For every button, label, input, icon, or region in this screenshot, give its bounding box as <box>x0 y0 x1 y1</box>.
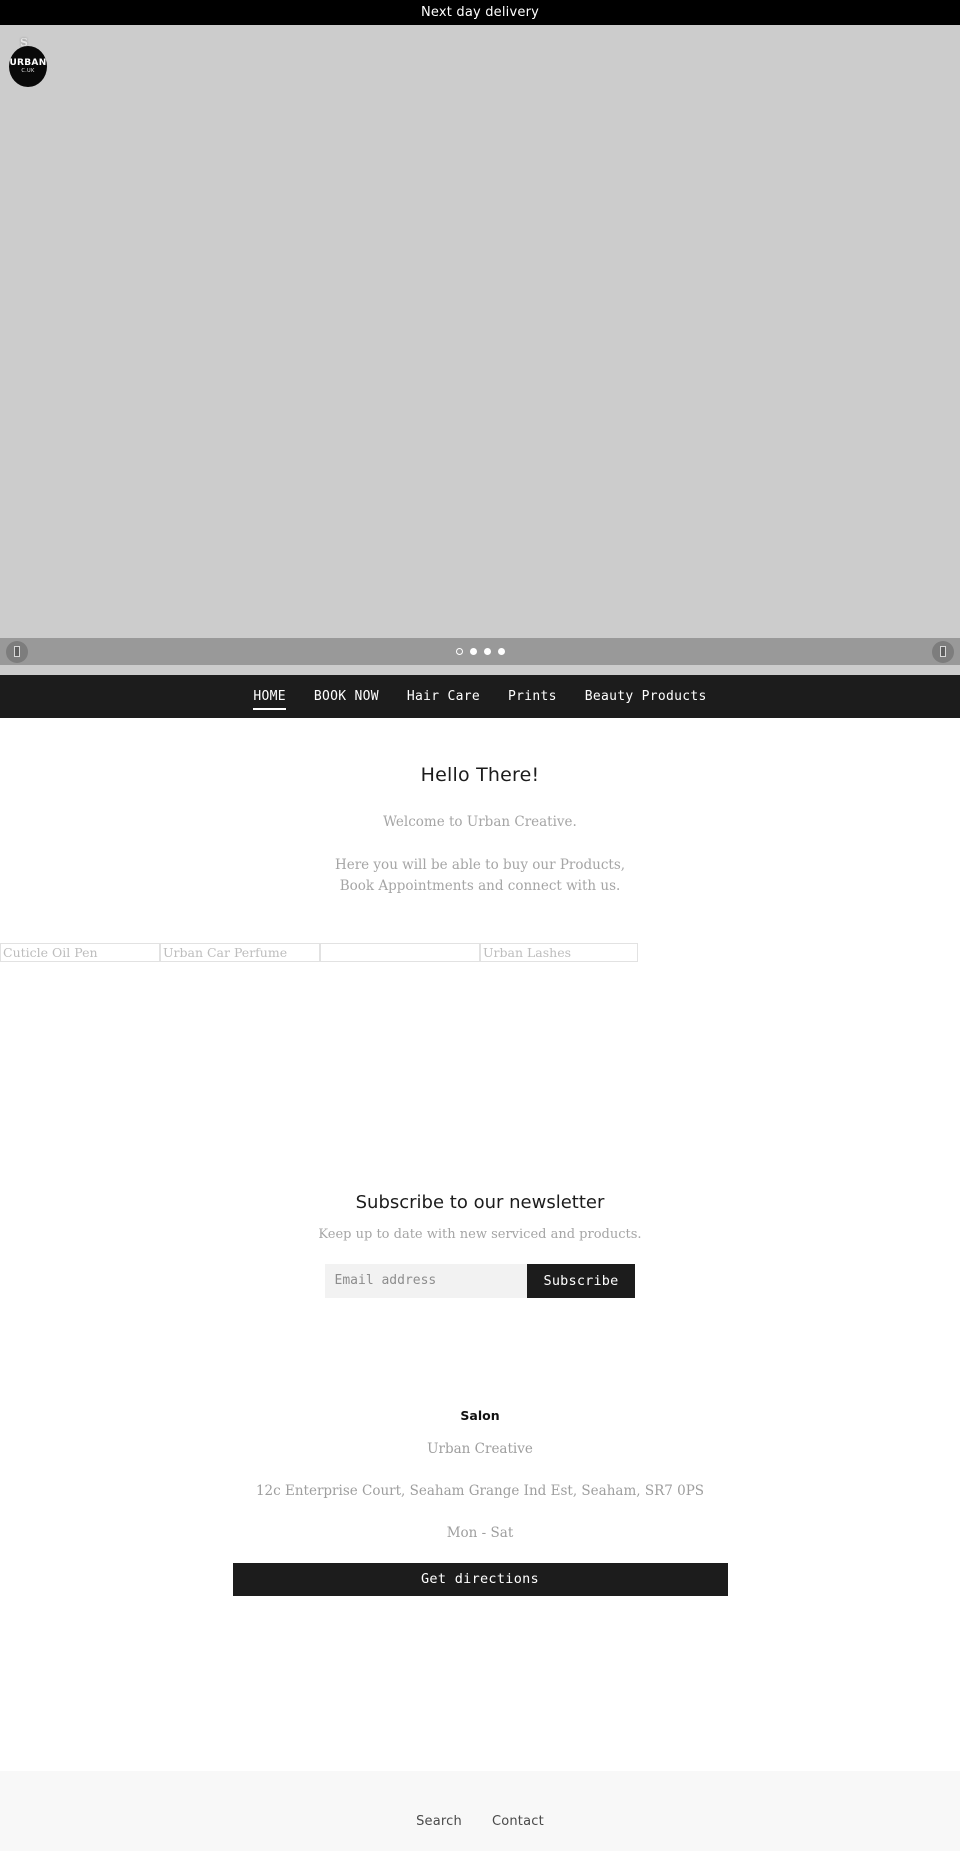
newsletter-form: Subscribe <box>0 1263 960 1298</box>
footer-link-search[interactable]: Search <box>416 1814 462 1829</box>
product-title-2: Urban Car Perfume <box>163 944 288 960</box>
nav-item-beauty-products[interactable]: Beauty Products <box>571 675 721 718</box>
product-image-placeholder-4[interactable]: Urban Lashes <box>480 942 638 962</box>
get-directions-button[interactable]: Get directions <box>232 1562 728 1596</box>
main-navigation: HOME BOOK NOW Hair Care Prints Beauty Pr… <box>0 675 960 718</box>
salon-info-section: Salon Urban Creative 12c Enterprise Cour… <box>0 1298 960 1596</box>
product-card-3[interactable] <box>320 942 480 962</box>
newsletter-heading: Subscribe to our newsletter <box>355 1191 605 1213</box>
slide-dot-4[interactable] <box>497 648 505 655</box>
chevron-right-icon <box>940 646 946 657</box>
nav-item-home[interactable]: HOME <box>239 675 300 718</box>
footer-link-list: Search Contact <box>416 1814 544 1829</box>
announcement-text: Next day delivery <box>420 5 540 20</box>
product-image-placeholder-3[interactable] <box>320 942 480 962</box>
product-title-1: Cuticle Oil Pen <box>3 944 98 960</box>
logo-badge: URBAN C.UK <box>9 46 47 87</box>
slide-dot-3[interactable] <box>483 648 491 655</box>
hero-bottom-strip <box>0 665 960 675</box>
nav-list: HOME BOOK NOW Hair Care Prints Beauty Pr… <box>239 675 720 718</box>
logo-primary-text: URBAN <box>9 58 47 68</box>
salon-name: Urban Creative <box>427 1440 533 1457</box>
announcement-bar: Next day delivery <box>0 0 960 25</box>
nav-item-prints[interactable]: Prints <box>494 675 571 718</box>
intro-description-text: Here you will be able to buy our Product… <box>334 856 626 894</box>
slideshow-controls <box>0 638 960 665</box>
email-field[interactable] <box>324 1263 527 1298</box>
footer-link-contact[interactable]: Contact <box>492 1814 544 1829</box>
product-image-placeholder-2[interactable]: Urban Car Perfume <box>160 942 320 962</box>
featured-products-section: Cuticle Oil Pen Urban Car Perfume Urban … <box>0 919 960 962</box>
newsletter-section: Subscribe to our newsletter Keep up to d… <box>0 962 960 1298</box>
site-logo[interactable]: S URBAN C.UK <box>9 36 47 87</box>
nav-item-book-now[interactable]: BOOK NOW <box>300 675 393 718</box>
previous-slide-icon[interactable] <box>6 640 28 663</box>
chevron-left-icon <box>14 646 20 657</box>
intro-section: Hello There! Welcome to Urban Creative. … <box>0 718 960 897</box>
product-card-1[interactable]: Cuticle Oil Pen <box>0 942 160 962</box>
site-footer: Search Contact <box>0 1770 960 1851</box>
newsletter-subheading: Keep up to date with new serviced and pr… <box>318 1226 642 1242</box>
logo-secondary-text: C.UK <box>21 68 35 74</box>
product-image-placeholder-1[interactable]: Cuticle Oil Pen <box>0 942 160 962</box>
product-card-4[interactable]: Urban Lashes <box>480 942 638 962</box>
intro-welcome-text: Welcome to Urban Creative. <box>383 814 577 830</box>
next-slide-icon[interactable] <box>932 640 954 663</box>
page-title: Hello There! <box>420 764 540 786</box>
slideshow-dots <box>455 648 505 655</box>
hero-slideshow: S URBAN C.UK <box>0 25 960 665</box>
bottom-spacer <box>0 1595 960 1771</box>
product-title-4: Urban Lashes <box>483 944 572 960</box>
subscribe-button[interactable]: Subscribe <box>526 1263 636 1298</box>
salon-address: 12c Enterprise Court, Seaham Grange Ind … <box>255 1482 705 1499</box>
slide-dot-2[interactable] <box>469 648 477 655</box>
nav-item-hair-care[interactable]: Hair Care <box>393 675 494 718</box>
salon-heading: Salon <box>460 1407 500 1423</box>
slide-dot-1[interactable] <box>455 648 463 655</box>
product-row: Cuticle Oil Pen Urban Car Perfume Urban … <box>0 942 638 962</box>
product-card-2[interactable]: Urban Car Perfume <box>160 942 320 962</box>
salon-hours: Mon - Sat <box>446 1524 514 1541</box>
